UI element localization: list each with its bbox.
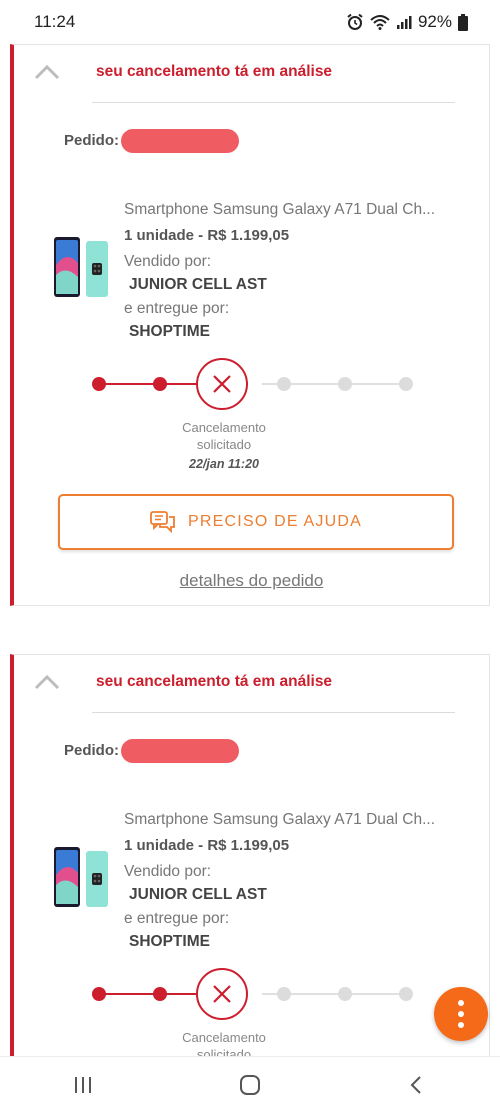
order-status-title: seu cancelamento tá em análise: [96, 63, 333, 80]
sold-by-label: Vendido por:: [124, 863, 212, 880]
quantity-price: 1 unidade - R$ 1.199,05: [124, 837, 290, 854]
deliverer-name: SHOPTIME: [129, 323, 210, 340]
more-vertical-icon: [458, 1022, 464, 1028]
more-vertical-icon: [458, 1011, 464, 1017]
more-options-fab[interactable]: [434, 987, 488, 1041]
product-image[interactable]: [52, 845, 112, 911]
system-nav-bar: [0, 1056, 500, 1112]
wifi-icon: [370, 15, 390, 30]
redacted-order-number: [121, 739, 239, 763]
chevron-up-icon[interactable]: [34, 673, 60, 691]
order-card: seu cancelamento tá em análise Pedido: S…: [10, 44, 490, 606]
step-caption-line: Cancelamento: [182, 1030, 266, 1045]
step-caption-line: solicitado: [196, 437, 252, 452]
product-name[interactable]: Smartphone Samsung Galaxy A71 Dual Ch...: [124, 201, 435, 219]
timeline-step-pending: [399, 987, 413, 1001]
help-button-label: PRECISO DE AJUDA: [188, 513, 362, 530]
timeline-step-done: [153, 987, 167, 1001]
recent-apps-icon[interactable]: [72, 1075, 94, 1095]
status-icons: 92%: [346, 12, 468, 32]
battery-icon: [458, 13, 468, 31]
timeline-step-pending: [338, 377, 352, 391]
seller-name: JUNIOR CELL AST: [129, 886, 267, 903]
timeline-step-done: [92, 987, 106, 1001]
more-vertical-icon: [458, 1000, 464, 1006]
order-label: Pedido:: [64, 741, 119, 759]
timeline-step-pending: [338, 987, 352, 1001]
product-image[interactable]: [52, 235, 112, 301]
order-card: seu cancelamento tá em análise Pedido: S…: [10, 654, 490, 1074]
seller-name: JUNIOR CELL AST: [129, 276, 267, 293]
chevron-up-icon[interactable]: [34, 63, 60, 81]
order-number-row: Pedido:: [64, 739, 239, 763]
deliverer-name: SHOPTIME: [129, 933, 210, 950]
home-icon[interactable]: [239, 1074, 261, 1096]
timeline-step-pending: [277, 987, 291, 1001]
quantity-price: 1 unidade - R$ 1.199,05: [124, 227, 290, 244]
status-bar: 11:24 92%: [0, 0, 500, 44]
status-time: 11:24: [34, 12, 76, 31]
chat-bubbles-icon: [150, 511, 175, 533]
step-caption: Cancelamento solicitado: [164, 419, 284, 453]
sold-by-label: Vendido por:: [124, 253, 212, 270]
order-status-title: seu cancelamento tá em análise: [96, 673, 333, 690]
timeline-step-pending: [399, 377, 413, 391]
order-card-header[interactable]: seu cancelamento tá em análise: [14, 45, 489, 103]
timeline-step-done: [153, 377, 167, 391]
alarm-icon: [347, 13, 363, 30]
order-number-row: Pedido:: [64, 129, 239, 153]
step-caption-line: Cancelamento: [182, 420, 266, 435]
divider: [92, 102, 455, 103]
order-card-header[interactable]: seu cancelamento tá em análise: [14, 655, 489, 713]
divider: [92, 712, 455, 713]
order-label: Pedido:: [64, 131, 119, 149]
battery-percent: 92%: [417, 12, 452, 31]
delivered-by-label: e entregue por:: [124, 910, 230, 927]
order-details-link[interactable]: detalhes do pedido: [14, 571, 489, 591]
signal-icon: [396, 16, 412, 29]
delivered-by-label: e entregue por:: [124, 300, 230, 317]
product-name[interactable]: Smartphone Samsung Galaxy A71 Dual Ch...: [124, 811, 435, 829]
order-progress-timeline: [92, 968, 413, 1020]
step-date: 22/jan 11:20: [189, 457, 259, 471]
help-button[interactable]: PRECISO DE AJUDA: [58, 494, 454, 550]
order-progress-timeline: [92, 358, 413, 410]
back-icon[interactable]: [406, 1074, 428, 1096]
timeline-step-pending: [277, 377, 291, 391]
redacted-order-number: [121, 129, 239, 153]
timeline-step-done: [92, 377, 106, 391]
